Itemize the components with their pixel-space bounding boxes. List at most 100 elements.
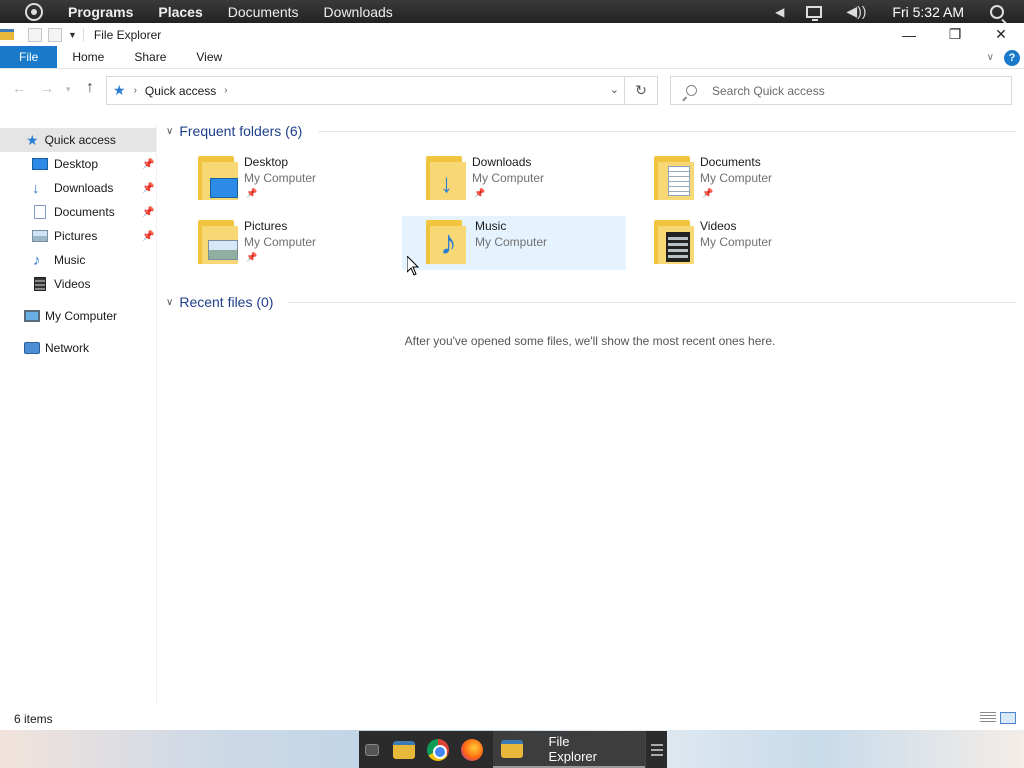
navigation-pane: ★ Quick access Desktop 📌 ↓ Downloads 📌 D… [0, 124, 156, 704]
breadcrumb-quick-access[interactable]: Quick access [145, 84, 216, 98]
star-icon: ★ [26, 131, 39, 148]
sidebar-item-label: Desktop [54, 157, 99, 171]
system-top-panel: Programs Places Documents Downloads ◀ ◀)… [0, 0, 1024, 23]
customize-quick-access-icon[interactable]: ▼ [68, 30, 77, 40]
tab-file[interactable]: File [0, 46, 58, 68]
sidebar-item-my-computer[interactable]: My Computer [0, 304, 156, 328]
tile-name: Music [475, 219, 507, 233]
tile-location: My Computer [700, 171, 773, 185]
pin-icon[interactable]: 📌 [474, 188, 485, 199]
tab-view[interactable]: View [181, 46, 237, 68]
refresh-button[interactable]: ↻ [624, 77, 657, 104]
sidebar-item-network[interactable]: Network [0, 336, 156, 360]
tab-home[interactable]: Home [57, 46, 119, 68]
folder-icon: ♪ [426, 220, 466, 264]
search-input[interactable] [712, 83, 1002, 98]
sidebar-item-label: Quick access [44, 133, 116, 147]
tile-location: My Computer [700, 235, 773, 249]
recent-locations-icon[interactable]: ▾ [66, 84, 71, 95]
pin-icon[interactable]: 📌 [246, 188, 257, 199]
pin-icon[interactable]: 📌 [142, 231, 154, 242]
panel-menu-downloads[interactable]: Downloads [324, 4, 393, 20]
pane-divider[interactable] [156, 124, 157, 704]
taskbar-file-explorer[interactable]: File Explorer [492, 731, 646, 768]
terminal-icon[interactable] [365, 743, 379, 756]
file-manager-icon[interactable] [392, 740, 415, 759]
pin-icon[interactable]: 📌 [142, 207, 154, 218]
recent-files-header[interactable]: ∨ Recent files (0) [166, 294, 273, 310]
sidebar-item-label: Network [45, 341, 90, 355]
group-divider [318, 131, 1016, 132]
expand-ribbon-icon[interactable]: ∨ [987, 52, 994, 63]
back-button[interactable]: ← [12, 80, 26, 96]
clock[interactable]: Fri 5:32 AM [892, 4, 964, 20]
address-bar[interactable]: ★ › Quick access › ⌄ ↻ [106, 76, 658, 105]
tile-name: Pictures [244, 219, 288, 233]
picture-icon [32, 230, 48, 242]
minimize-button[interactable]: — [886, 23, 932, 46]
taskbar-item-label: File Explorer [548, 733, 597, 764]
pin-icon[interactable]: 📌 [142, 159, 154, 170]
breadcrumb-chevron-icon[interactable]: › [134, 85, 137, 96]
panel-search-icon[interactable] [990, 4, 1004, 19]
collapse-chevron-icon[interactable]: ∨ [166, 297, 173, 308]
folder-tile-downloads[interactable]: ↓ Downloads My Computer 📌 [426, 152, 650, 206]
search-icon [686, 85, 697, 96]
up-button[interactable]: ↑ [86, 79, 94, 97]
app-menu-icon[interactable] [25, 2, 43, 21]
titlebar-divider [82, 27, 84, 42]
breadcrumb-chevron-icon[interactable]: › [224, 85, 227, 96]
tile-location: My Computer [244, 171, 317, 185]
volume-icon[interactable]: ◀)) [846, 3, 866, 20]
film-icon [34, 277, 46, 291]
sidebar-item-downloads[interactable]: ↓ Downloads 📌 [0, 176, 156, 200]
panel-arrow-left-icon[interactable]: ◀ [775, 5, 784, 19]
tile-location: My Computer [472, 171, 545, 185]
close-button[interactable]: ✕ [978, 23, 1024, 46]
sidebar-item-music[interactable]: ♪ Music [0, 248, 156, 272]
collapse-chevron-icon[interactable]: ∨ [166, 126, 173, 137]
details-view-button[interactable] [980, 712, 996, 724]
folder-icon: ↓ [426, 156, 466, 200]
pin-icon[interactable]: 📌 [702, 188, 713, 199]
sidebar-item-documents[interactable]: Documents 📌 [0, 200, 156, 224]
sidebar-item-videos[interactable]: Videos [0, 272, 156, 296]
recent-files-title: Recent files (0) [179, 294, 274, 310]
folder-tile-documents[interactable]: Documents My Computer 📌 [654, 152, 878, 206]
network-status-icon[interactable] [806, 5, 823, 21]
file-explorer-icon [500, 739, 523, 758]
sidebar-item-pictures[interactable]: Pictures 📌 [0, 224, 156, 248]
panel-menu-programs[interactable]: Programs [68, 4, 133, 20]
search-box[interactable] [670, 76, 1012, 105]
folder-tile-pictures[interactable]: Pictures My Computer 📌 [198, 216, 422, 270]
panel-menu-documents[interactable]: Documents [228, 4, 299, 20]
address-dropdown-icon[interactable]: ⌄ [610, 83, 619, 96]
taskbar-dock: File Explorer [359, 731, 667, 768]
tile-location: My Computer [475, 235, 548, 249]
pin-icon[interactable]: 📌 [142, 183, 154, 194]
quick-properties-icon[interactable] [28, 27, 42, 42]
folder-tile-music[interactable]: ♪ Music My Computer [402, 216, 626, 270]
firefox-icon[interactable] [460, 738, 483, 761]
large-icons-view-button[interactable] [1000, 712, 1016, 724]
chrome-icon[interactable] [426, 738, 449, 761]
tile-name: Videos [700, 219, 737, 233]
forward-button[interactable]: → [40, 80, 54, 96]
restore-button[interactable]: ❐ [932, 23, 978, 46]
document-icon [34, 205, 46, 219]
sidebar-item-label: Music [54, 253, 86, 267]
computer-icon [24, 310, 40, 322]
help-button[interactable]: ? [1004, 49, 1020, 66]
folder-tile-videos[interactable]: Videos My Computer [654, 216, 878, 270]
panel-menu-places[interactable]: Places [158, 4, 202, 20]
tab-share[interactable]: Share [119, 46, 181, 68]
sidebar-item-desktop[interactable]: Desktop 📌 [0, 152, 156, 176]
item-count: 6 items [14, 712, 53, 726]
tile-name: Documents [700, 155, 761, 169]
pin-icon[interactable]: 📌 [246, 252, 257, 263]
dock-menu-icon[interactable] [645, 731, 667, 768]
quick-new-folder-icon[interactable] [48, 27, 62, 42]
frequent-folders-header[interactable]: ∨ Frequent folders (6) [166, 123, 302, 139]
sidebar-item-quick-access[interactable]: ★ Quick access [0, 128, 156, 152]
folder-tile-desktop[interactable]: Desktop My Computer 📌 [198, 152, 422, 206]
